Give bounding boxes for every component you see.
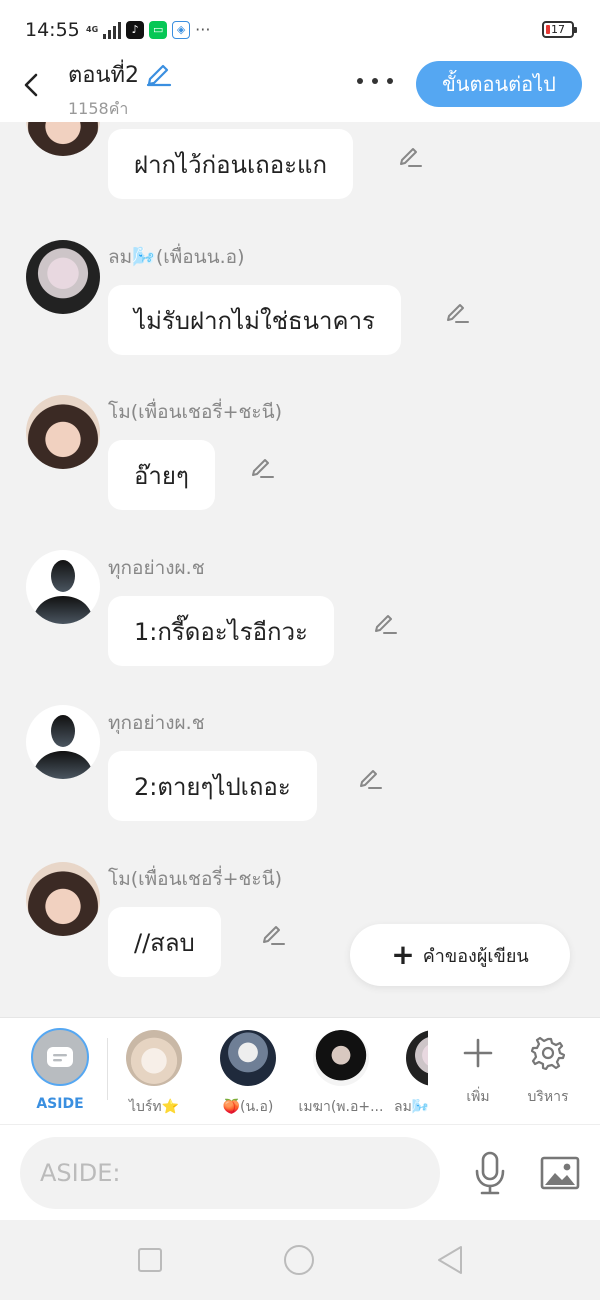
message-bubble[interactable]: อ๊ายๆ	[108, 440, 215, 510]
pencil-icon	[146, 64, 172, 86]
message-bubble[interactable]: 2:ตายๆไปเถอะ	[108, 751, 317, 821]
edit-pencil-icon[interactable]	[260, 920, 286, 946]
avatar[interactable]	[26, 240, 100, 314]
avatar	[406, 1030, 428, 1086]
more-dot-icon	[357, 78, 363, 84]
avatar	[126, 1030, 182, 1086]
character-item[interactable]: ไบร์ท⭐	[109, 1030, 199, 1118]
battery-level: 17	[551, 23, 565, 36]
back-button[interactable]	[16, 68, 46, 102]
author-note-button[interactable]: + คำของผู้เขียน	[350, 924, 570, 986]
edit-pencil-icon[interactable]	[357, 764, 383, 790]
header: ตอนที่2 1158คำ ขั้นตอนต่อไป	[0, 60, 600, 122]
insert-image-button[interactable]	[538, 1153, 582, 1193]
word-count: 1158คำ	[68, 99, 129, 118]
sender-name: ทุกอย่างผ.ช	[108, 712, 205, 734]
edit-pencil-icon[interactable]	[372, 609, 398, 635]
avatar[interactable]	[26, 122, 100, 156]
voice-button[interactable]	[470, 1149, 510, 1197]
message-bubble[interactable]: ฝากไว้ก่อนเถอะแก	[108, 129, 354, 199]
back-nav-button[interactable]	[434, 1244, 466, 1276]
message-bubble[interactable]: //สลบ	[108, 907, 221, 977]
aside-note-icon	[47, 1047, 73, 1067]
edit-pencil-icon[interactable]	[397, 142, 423, 168]
character-item[interactable]: เมฆา(พ.อ+...	[296, 1030, 386, 1118]
aside-character[interactable]: ASIDE	[28, 1028, 92, 1112]
add-label: เพิ่ม	[466, 1089, 490, 1105]
avatar[interactable]	[26, 862, 100, 936]
sender-name: ลม🌬️(เพื่อนน.อ)	[108, 246, 245, 268]
signal-icon	[103, 21, 122, 39]
avatar[interactable]	[26, 395, 100, 469]
edit-pencil-icon[interactable]	[249, 453, 275, 479]
sender-name: โม(เพื่อนเชอรี่+ชะนี)	[108, 401, 282, 423]
recent-apps-button[interactable]	[134, 1244, 166, 1276]
tiktok-icon: ♪	[126, 20, 145, 39]
chat-area[interactable]: ฝากไว้ก่อนเถอะแก ลม🌬️(เพื่อนน.อ) ไม่รับฝ…	[0, 122, 600, 1016]
plus-icon	[463, 1038, 493, 1068]
status-bar: 14:55 4G ♪ ▭ ◈ ··· 17	[0, 0, 600, 60]
status-time: 14:55	[25, 19, 80, 41]
avatar	[220, 1030, 276, 1086]
app-icon: ◈	[172, 20, 191, 39]
sender-name: ทุกอย่างผ.ช	[108, 557, 205, 579]
square-icon	[138, 1248, 162, 1272]
next-step-button[interactable]: ขั้นตอนต่อไป	[416, 61, 582, 107]
silhouette-icon	[32, 560, 94, 624]
character-item[interactable]: ลม🌬️	[388, 1030, 428, 1118]
character-name: 🍑(น.อ)	[222, 1099, 274, 1115]
character-name: ลม🌬️	[394, 1099, 428, 1115]
triangle-back-icon	[438, 1246, 462, 1274]
edit-title-button[interactable]	[145, 59, 173, 91]
battery-icon: 17	[542, 21, 577, 38]
chevron-left-icon	[24, 73, 38, 97]
edit-pencil-icon[interactable]	[444, 298, 470, 324]
gear-icon	[531, 1036, 565, 1070]
input-bar	[0, 1124, 600, 1220]
message-bubble[interactable]: ไม่รับฝากไม่ใช่ธนาคาร	[108, 285, 401, 355]
more-dot-icon	[372, 78, 378, 84]
microphone-icon	[475, 1151, 505, 1195]
manage-characters-button[interactable]: บริหาร	[520, 1032, 576, 1108]
aside-avatar	[31, 1028, 89, 1086]
silhouette-icon	[32, 715, 94, 779]
avatar	[313, 1030, 369, 1086]
message-input[interactable]	[20, 1137, 440, 1209]
line-icon: ▭	[149, 20, 168, 39]
character-name: ไบร์ท⭐	[128, 1099, 180, 1115]
plus-icon: +	[391, 938, 415, 971]
sender-name: โม(เพื่อนเชอรี่+ชะนี)	[108, 868, 282, 890]
title-block: ตอนที่2 1158คำ	[68, 57, 173, 122]
status-icons: 4G ♪ ▭ ◈ ···	[86, 20, 210, 39]
author-note-label: คำของผู้เขียน	[422, 945, 529, 967]
image-icon	[540, 1156, 580, 1190]
character-name: เมฆา(พ.อ+...	[298, 1099, 384, 1115]
manage-label: บริหาร	[527, 1089, 569, 1105]
home-button[interactable]	[283, 1244, 315, 1276]
add-character-button[interactable]: เพิ่ม	[450, 1032, 506, 1108]
aside-label: ASIDE	[36, 1096, 84, 1112]
message-bubble[interactable]: 1:กรี๊ดอะไรอีกวะ	[108, 596, 334, 666]
more-dot-icon	[387, 78, 393, 84]
network-type: 4G	[86, 25, 99, 34]
more-options-button[interactable]	[357, 73, 393, 89]
more-notifications-icon: ···	[195, 20, 211, 39]
circle-icon	[284, 1245, 314, 1275]
avatar[interactable]	[26, 550, 100, 624]
character-bar: ASIDE ไบร์ท⭐ 🍑(น.อ) เมฆา(พ.อ+... ลม🌬️ เพ…	[0, 1017, 600, 1124]
character-item[interactable]: 🍑(น.อ)	[203, 1030, 293, 1118]
system-nav-bar	[0, 1220, 600, 1300]
divider	[107, 1038, 108, 1100]
chapter-title: ตอนที่2	[68, 63, 140, 88]
avatar[interactable]	[26, 705, 100, 779]
